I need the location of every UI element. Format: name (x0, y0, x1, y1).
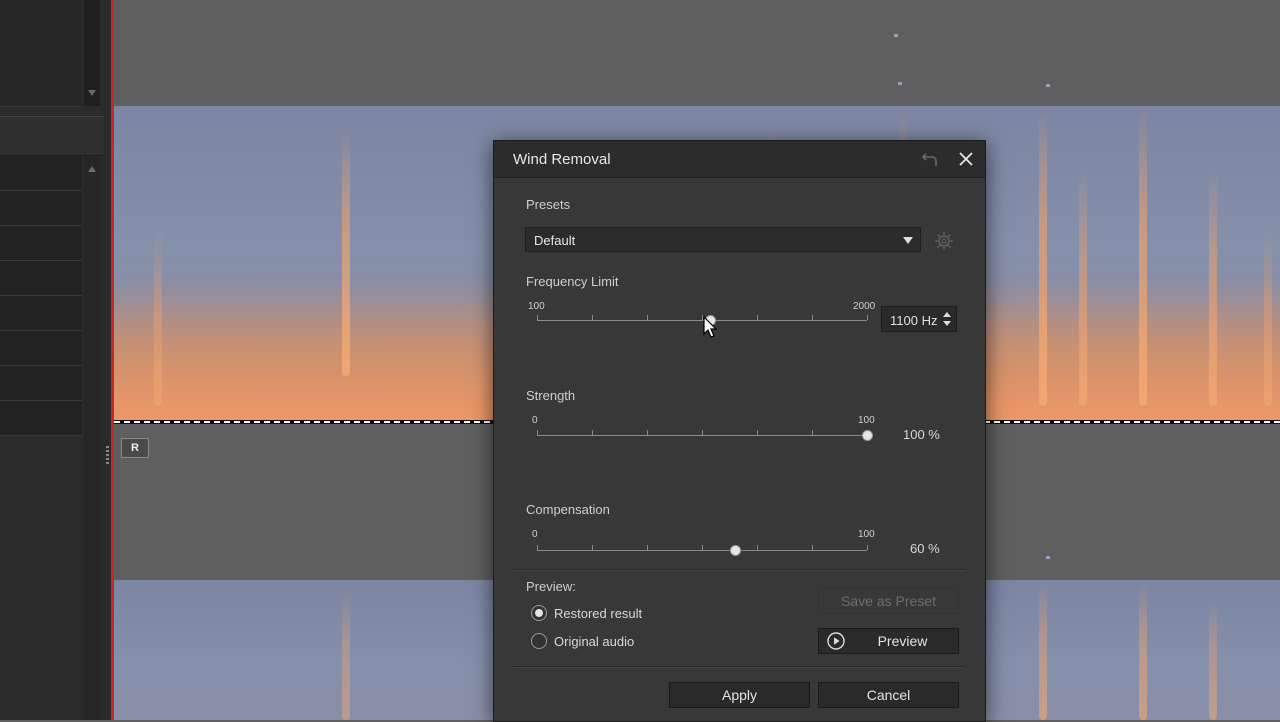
compensation-min-label: 0 (532, 529, 538, 540)
spectral-streak (1264, 226, 1272, 406)
wind-removal-dialog: Wind Removal Presets Default Frequency L… (493, 140, 986, 722)
spectral-streak (342, 590, 350, 720)
presets-selected-value: Default (534, 233, 576, 248)
slider-tick (702, 545, 703, 550)
spectral-streak (1139, 106, 1147, 406)
spectral-streak (1079, 166, 1087, 406)
slider-thumb[interactable] (861, 430, 873, 441)
dropdown-caret-icon (903, 237, 913, 244)
slider-tick (592, 430, 593, 435)
slider-tick (812, 430, 813, 435)
slider-track (537, 550, 867, 551)
cancel-button[interactable]: Cancel (818, 682, 959, 708)
slider-tick (647, 430, 648, 435)
undo-icon[interactable] (920, 150, 940, 168)
compensation-slider[interactable] (537, 541, 868, 561)
list-item[interactable] (0, 156, 82, 191)
spectral-streak (1209, 600, 1217, 720)
track-list-header (0, 116, 104, 156)
radio-original-audio[interactable] (531, 633, 547, 649)
spectral-streak (1139, 580, 1147, 720)
track-list-scrollbar[interactable] (84, 0, 100, 106)
channel-badge[interactable]: R (121, 438, 149, 458)
slider-tick (867, 545, 868, 550)
scroll-down-icon[interactable] (88, 90, 96, 96)
slider-tick (647, 545, 648, 550)
preview-button[interactable]: Preview (818, 628, 959, 654)
list-item[interactable] (0, 401, 82, 436)
slider-tick (537, 430, 538, 435)
strength-label: Strength (526, 388, 576, 403)
presets-dropdown[interactable]: Default (525, 227, 921, 252)
radio-restored-result[interactable] (531, 605, 547, 621)
spectral-speck (894, 34, 898, 37)
strength-min-label: 0 (532, 415, 538, 426)
divider (513, 569, 965, 571)
list-item[interactable] (0, 366, 82, 401)
slider-tick (812, 545, 813, 550)
spectral-streak (1039, 580, 1047, 720)
strength-max-label: 100 (858, 415, 875, 426)
track-list (0, 156, 82, 436)
spin-up-icon[interactable] (943, 312, 951, 317)
list-item[interactable] (0, 296, 82, 331)
list-item[interactable] (0, 331, 82, 366)
slider-track (537, 435, 867, 436)
track-list-scrollbar-2[interactable] (84, 156, 100, 720)
frequency-limit-label: Frequency Limit (526, 274, 619, 289)
original-audio-label[interactable]: Original audio (554, 634, 634, 649)
save-as-preset-button[interactable]: Save as Preset (818, 588, 959, 614)
compensation-value: 60 % (910, 541, 940, 556)
slider-tick (537, 315, 538, 320)
dialog-titlebar[interactable]: Wind Removal (494, 141, 985, 178)
frequency-limit-slider[interactable] (537, 311, 868, 331)
strength-value: 100 % (903, 427, 940, 442)
compensation-max-label: 100 (858, 529, 875, 540)
restored-result-label[interactable]: Restored result (554, 606, 642, 621)
slider-tick (647, 315, 648, 320)
spectral-streak (154, 226, 162, 406)
slider-tick (757, 430, 758, 435)
scroll-up-icon[interactable] (88, 166, 96, 172)
slider-track (537, 320, 867, 321)
resize-handle[interactable] (106, 446, 109, 464)
spectral-speck (898, 82, 902, 85)
frequency-spinbox[interactable]: 1100 Hz (881, 306, 957, 332)
slider-tick (757, 545, 758, 550)
slider-tick (592, 545, 593, 550)
compensation-label: Compensation (526, 502, 610, 517)
spectral-speck (1046, 84, 1050, 87)
apply-button[interactable]: Apply (669, 682, 810, 708)
slider-thumb[interactable] (729, 545, 741, 556)
presets-label: Presets (526, 197, 571, 212)
slider-tick (537, 545, 538, 550)
spectral-speck (1046, 556, 1050, 559)
track-list-top (0, 0, 82, 107)
slider-tick (812, 315, 813, 320)
list-item[interactable] (0, 261, 82, 296)
preview-label: Preview: (526, 579, 576, 594)
spectral-streak (1209, 166, 1217, 406)
divider (513, 666, 965, 668)
dialog-title: Wind Removal (513, 151, 611, 168)
frequency-value: 1100 Hz (890, 313, 938, 328)
gear-icon[interactable] (933, 230, 955, 252)
list-item[interactable] (0, 191, 82, 226)
slider-tick (702, 430, 703, 435)
spin-down-icon[interactable] (943, 321, 951, 326)
track-list-panel (0, 0, 112, 720)
cursor-icon (703, 316, 718, 338)
play-icon (827, 632, 845, 650)
list-item[interactable] (0, 226, 82, 261)
preview-button-label: Preview (877, 633, 928, 649)
spectral-streak (342, 126, 350, 376)
slider-tick (757, 315, 758, 320)
spectral-streak (1039, 106, 1047, 406)
strength-slider[interactable] (537, 426, 873, 446)
slider-tick (592, 315, 593, 320)
close-icon[interactable] (956, 149, 976, 169)
slider-tick (867, 315, 868, 320)
